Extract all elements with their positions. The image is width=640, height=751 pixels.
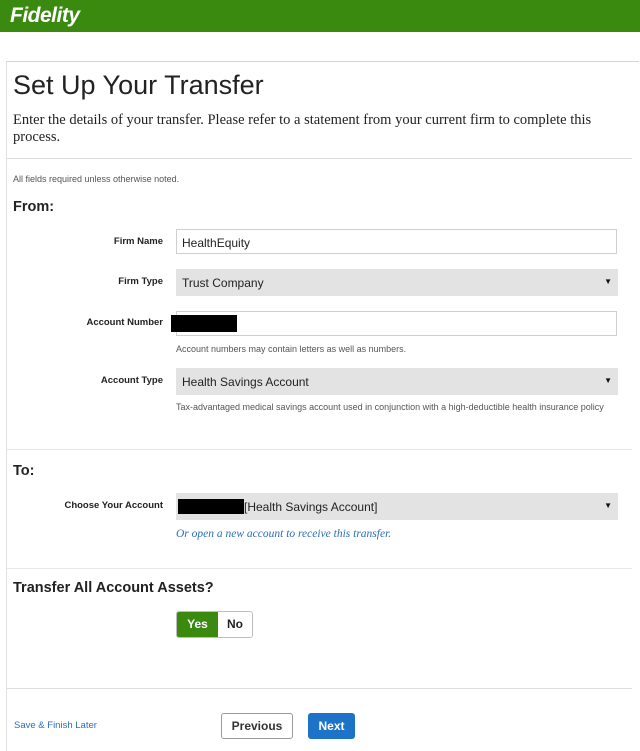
divider [7,449,632,450]
account-type-helper: Tax-advantaged medical savings account u… [176,402,604,412]
account-type-value: Health Savings Account [182,375,309,389]
caret-down-icon: ▼ [604,277,612,286]
top-header-bar: Fidelity [0,0,640,32]
no-button[interactable]: No [218,612,252,637]
transfer-all-toggle: Yes No [176,611,253,638]
next-button[interactable]: Next [308,713,355,739]
firm-name-label: Firm Name [113,236,163,247]
account-number-helper: Account numbers may contain letters as w… [176,344,407,354]
firm-name-value: HealthEquity [182,236,251,250]
choose-account-label: Choose Your Account [64,500,163,511]
caret-down-icon: ▼ [604,501,612,510]
firm-name-input[interactable]: HealthEquity [176,229,617,254]
intro-text: Enter the details of your transfer. Plea… [13,112,592,145]
page-title: Set Up Your Transfer [13,70,264,100]
choose-account-value: [Health Savings Account] [244,500,378,514]
divider [7,568,632,569]
required-note: All fields required unless otherwise not… [13,174,180,184]
redacted-account-id [178,499,244,515]
firm-type-value: Trust Company [182,276,264,290]
divider [7,158,632,159]
to-heading: To: [13,463,35,479]
firm-type-label: Firm Type [118,276,163,287]
from-heading: From: [13,199,55,215]
caret-down-icon: ▼ [604,376,612,385]
redacted-account-number [171,315,237,332]
account-type-select[interactable]: Health Savings Account ▼ [176,368,618,395]
save-finish-later-link[interactable]: Save & Finish Later [14,720,97,731]
transfer-all-heading: Transfer All Account Assets? [13,580,214,596]
account-number-input[interactable] [171,311,617,336]
choose-account-select[interactable]: [Health Savings Account] ▼ [176,493,618,520]
account-number-label: Account Number [86,317,163,328]
account-type-label: Account Type [100,375,163,386]
open-new-account-link[interactable]: Or open a new account to receive this tr… [176,528,391,540]
yes-button[interactable]: Yes [177,612,218,637]
divider [7,688,632,689]
firm-type-select[interactable]: Trust Company ▼ [176,269,618,296]
previous-button[interactable]: Previous [221,713,293,739]
fidelity-logo[interactable]: Fidelity [10,4,80,28]
